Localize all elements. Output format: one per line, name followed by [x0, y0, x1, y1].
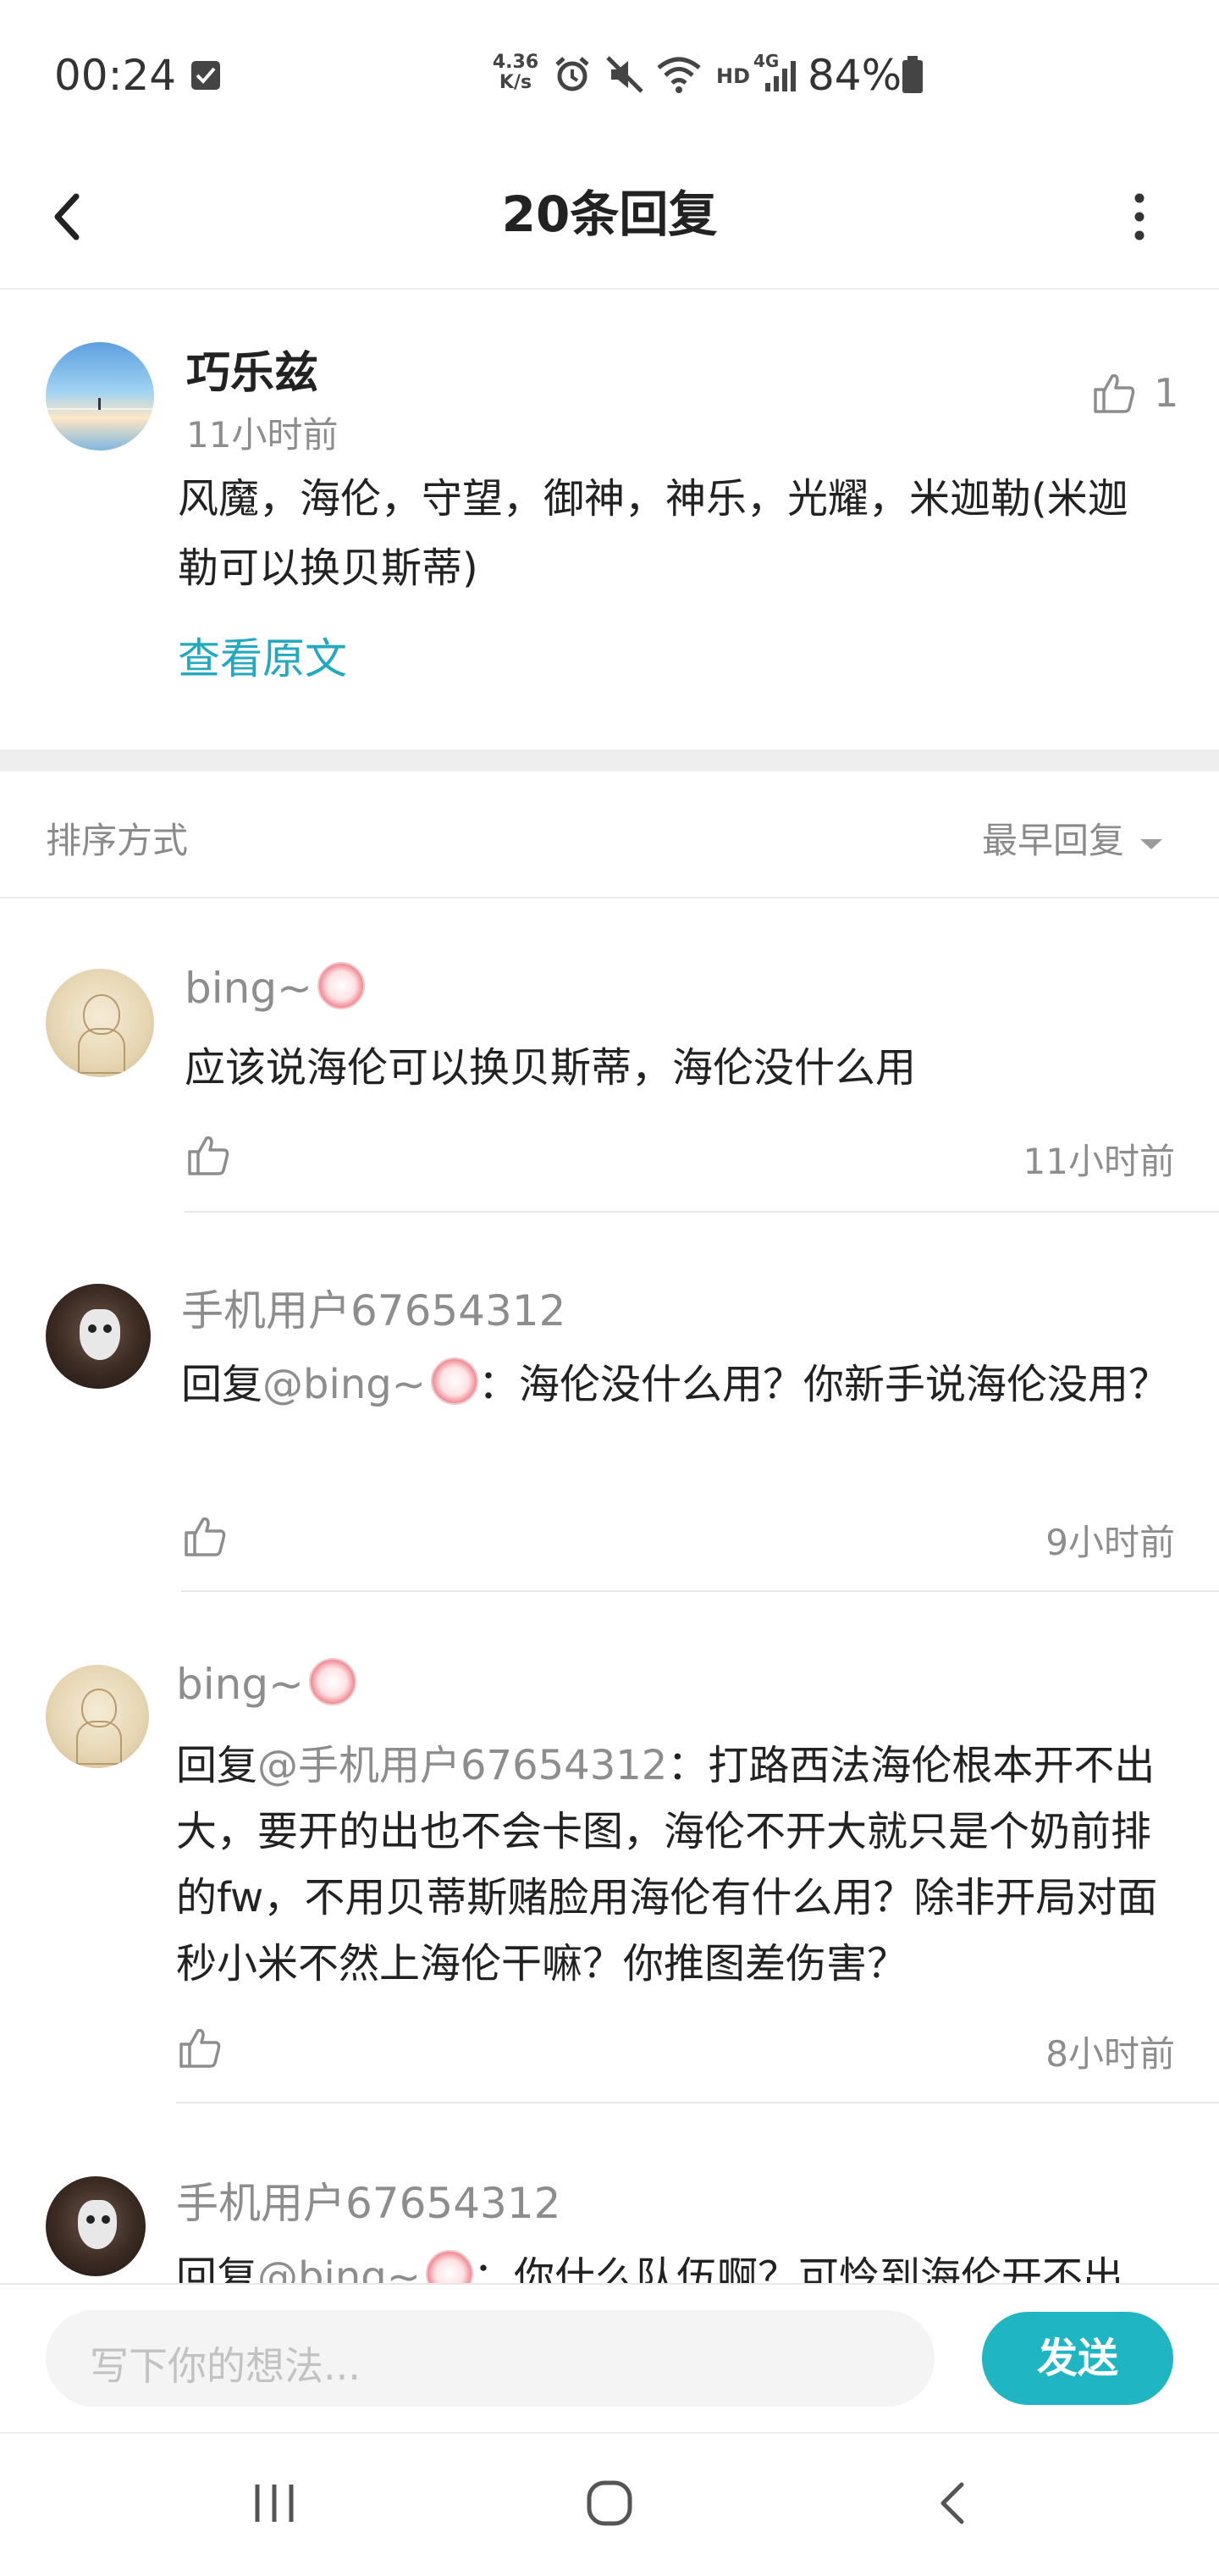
screenshot-notification-icon — [191, 61, 220, 90]
comment-input[interactable]: 写下你的想法... — [46, 2310, 935, 2407]
thumbs-up-icon[interactable] — [181, 1512, 229, 1560]
candy-emoji-icon — [430, 1357, 478, 1405]
sort-selected: 最早回复 — [982, 820, 1125, 861]
wifi-icon — [657, 57, 701, 93]
reply-text: 回复@bing~ ：海伦没什么用？你新手说海伦没用？ — [181, 1352, 1180, 1418]
candy-emoji-icon — [317, 962, 365, 1009]
reply-time: 9小时前 — [1045, 1522, 1175, 1563]
reply-username[interactable]: 手机用户67654312 — [181, 1277, 566, 1338]
reply-time: 11小时前 — [1023, 1141, 1175, 1182]
hd-indicator: HD — [716, 64, 751, 88]
section-divider — [0, 749, 1219, 771]
status-time: 00:24 — [54, 51, 177, 100]
avatar[interactable] — [46, 969, 154, 1077]
original-comment: 巧乐兹 11小时前 1 风魔，海伦，守望，御神，神乐，光耀，米迦勒(米迦勒可以换… — [0, 288, 1219, 749]
reply-text: 回复@手机用户67654312：打路西法海伦根本开不出大，要开的出也不会卡图，海… — [176, 1742, 1158, 1987]
header: 20条回复 — [0, 149, 1219, 290]
like-count: 1 — [1154, 370, 1179, 416]
view-original-link[interactable]: 查看原文 — [178, 625, 347, 686]
sort-label: 排序方式 — [46, 820, 189, 861]
caret-down-icon — [1140, 839, 1163, 849]
network-speed: 4.36 K/s — [492, 52, 539, 93]
mute-icon — [606, 56, 643, 93]
signal-icon — [765, 61, 796, 91]
battery-percent: 84% — [808, 51, 902, 100]
divider — [185, 1211, 1219, 1213]
nav-back-icon[interactable] — [928, 2476, 982, 2530]
reply-username[interactable]: 手机用户67654312 — [176, 2170, 561, 2231]
reply-username[interactable]: bing~ — [185, 964, 312, 1013]
recent-apps-icon[interactable] — [247, 2476, 301, 2530]
avatar[interactable] — [46, 342, 154, 451]
reply-text: 应该说海伦可以换贝斯蒂，海伦没什么用 — [185, 1044, 917, 1092]
divider — [176, 2102, 1219, 2103]
reply-username-row[interactable]: bing~ — [185, 962, 365, 1013]
thumbs-up-icon[interactable] — [176, 2024, 223, 2071]
comment-input-bar: 写下你的想法... 发送 — [0, 2283, 1219, 2434]
comment-text: 风魔，海伦，守望，御神，神乐，光耀，米迦勒(米迦勒可以换贝斯蒂) — [178, 475, 1128, 592]
avatar[interactable] — [46, 1665, 149, 1768]
thumbs-up-icon — [1094, 373, 1135, 413]
avatar[interactable] — [46, 2176, 146, 2276]
candy-emoji-icon — [308, 1658, 356, 1705]
comment-input-placeholder: 写下你的想法... — [90, 2343, 361, 2389]
reply-username-row[interactable]: bing~ — [176, 1658, 356, 1709]
home-icon[interactable] — [582, 2476, 637, 2530]
status-bar: 00:24 4.36 K/s HD 4G 84% — [0, 0, 1219, 149]
avatar[interactable] — [46, 1284, 151, 1389]
system-nav-bar — [0, 2432, 1219, 2576]
comment-username[interactable]: 巧乐兹 — [186, 337, 318, 401]
like-button[interactable]: 1 — [1090, 369, 1178, 417]
sort-dropdown[interactable]: 最早回复 — [982, 812, 1164, 861]
send-button[interactable]: 发送 — [982, 2312, 1173, 2405]
more-options-icon[interactable] — [1122, 186, 1156, 247]
sort-bar: 排序方式 最早回复 — [0, 771, 1219, 898]
alarm-icon — [555, 57, 589, 91]
reply-time: 8小时前 — [1045, 2033, 1175, 2075]
comment-time: 11小时前 — [186, 414, 339, 456]
thumbs-up-icon[interactable] — [185, 1131, 232, 1179]
page-title: 20条回复 — [501, 185, 718, 243]
divider — [181, 1590, 1219, 1592]
battery-icon — [902, 56, 923, 93]
reply-username[interactable]: bing~ — [176, 1660, 304, 1709]
